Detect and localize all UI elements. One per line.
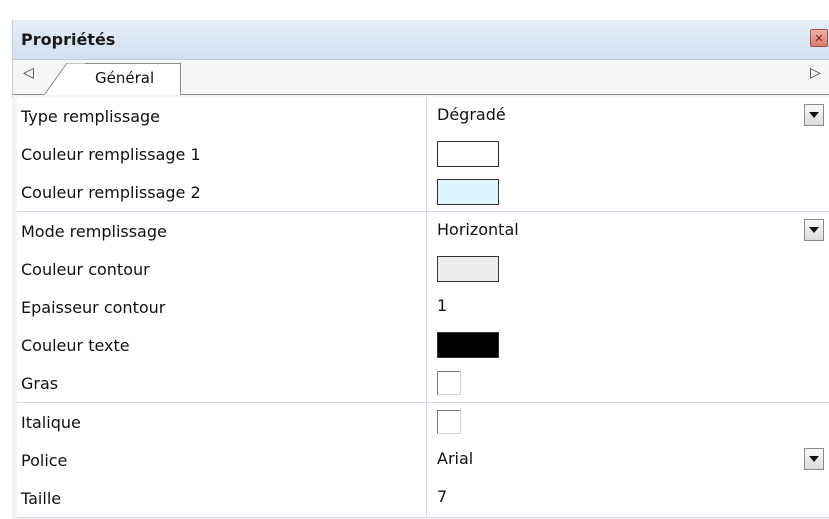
column-divider bbox=[426, 402, 427, 441]
chevron-down-icon bbox=[809, 455, 819, 462]
property-value[interactable]: Horizontal bbox=[437, 220, 519, 239]
panel-title: Propriétés bbox=[21, 30, 116, 49]
tab-scroll-right-icon[interactable]: ▷ bbox=[810, 66, 821, 80]
checkbox[interactable] bbox=[437, 409, 461, 434]
checkbox[interactable] bbox=[437, 371, 461, 396]
property-row[interactable]: Epaisseur contour 1 bbox=[17, 288, 829, 327]
column-divider bbox=[426, 173, 427, 212]
property-name: Taille bbox=[21, 489, 62, 508]
property-name: Couleur contour bbox=[21, 259, 150, 279]
property-name: Italique bbox=[21, 412, 81, 432]
dropdown-arrow-icon[interactable] bbox=[804, 447, 824, 470]
property-row[interactable]: Italique bbox=[17, 402, 829, 442]
property-value[interactable]: 7 bbox=[437, 487, 447, 506]
tab-scroll-left-icon[interactable]: ◁ bbox=[23, 66, 34, 80]
column-divider bbox=[426, 288, 427, 326]
property-name: Epaisseur contour bbox=[21, 298, 166, 317]
color-swatch[interactable] bbox=[437, 255, 499, 282]
column-divider bbox=[426, 135, 427, 174]
property-name: Police bbox=[21, 450, 68, 470]
property-value[interactable]: 1 bbox=[437, 296, 447, 315]
column-divider bbox=[426, 440, 427, 479]
property-row[interactable]: Gras bbox=[17, 364, 829, 404]
chevron-down-icon bbox=[809, 112, 819, 118]
property-row[interactable]: Type remplissage Dégradé bbox=[17, 97, 829, 136]
column-divider bbox=[426, 97, 427, 135]
color-swatch[interactable] bbox=[437, 141, 499, 168]
column-divider bbox=[426, 249, 427, 288]
property-row[interactable]: Couleur contour bbox=[17, 249, 829, 289]
property-row[interactable]: Taille 7 bbox=[17, 479, 829, 518]
property-value[interactable]: Arial bbox=[437, 449, 473, 468]
property-row[interactable]: Couleur remplissage 1 bbox=[17, 135, 829, 175]
column-divider bbox=[426, 479, 427, 517]
column-divider bbox=[426, 364, 427, 403]
property-name: Couleur texte bbox=[21, 336, 130, 356]
tab-general-label: Général bbox=[95, 69, 155, 87]
close-icon[interactable]: ✕ bbox=[810, 29, 828, 47]
color-swatch[interactable] bbox=[437, 332, 499, 359]
color-swatch[interactable] bbox=[437, 179, 499, 206]
property-name: Couleur remplissage 2 bbox=[21, 183, 201, 203]
property-row[interactable]: Police Arial bbox=[17, 440, 829, 480]
property-name: Gras bbox=[21, 374, 59, 394]
chevron-down-icon bbox=[809, 226, 819, 233]
property-name: Type remplissage bbox=[21, 107, 161, 126]
column-divider bbox=[426, 326, 427, 365]
dropdown-arrow-icon[interactable] bbox=[804, 218, 824, 241]
property-name: Mode remplissage bbox=[21, 221, 167, 241]
property-row[interactable]: Couleur texte bbox=[17, 326, 829, 366]
tab-slant-decoration bbox=[45, 63, 85, 95]
panel-titlebar: Propriétés ✕ bbox=[13, 20, 829, 60]
property-row[interactable]: Couleur remplissage 2 bbox=[17, 173, 829, 213]
dropdown-arrow-icon[interactable] bbox=[804, 104, 824, 126]
tab-strip: ◁ Général ▷ bbox=[13, 60, 829, 95]
property-row[interactable]: Mode remplissage Horizontal bbox=[17, 211, 829, 251]
property-name: Couleur remplissage 1 bbox=[21, 145, 201, 165]
property-value[interactable]: Dégradé bbox=[437, 105, 506, 124]
column-divider bbox=[426, 211, 427, 250]
